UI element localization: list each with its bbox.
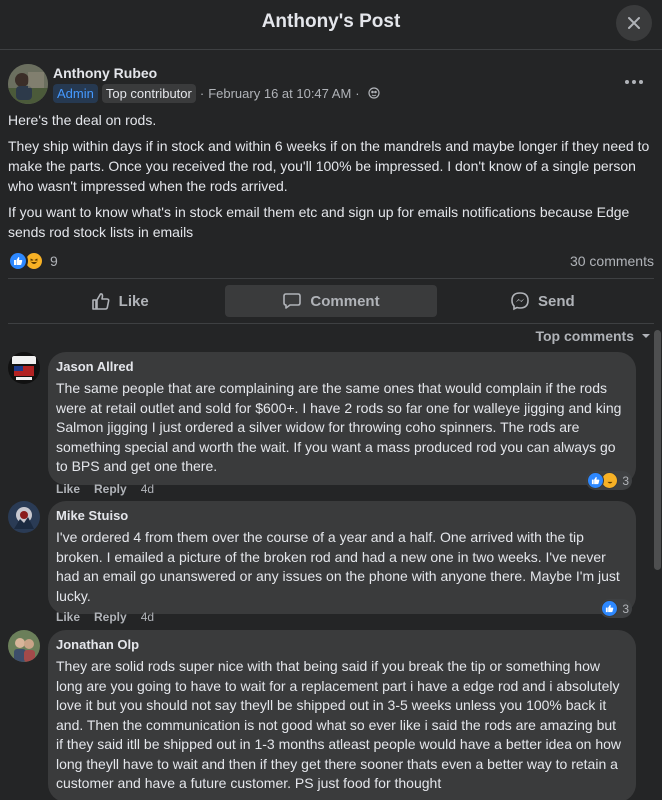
globe-icon	[368, 87, 380, 99]
commenter-avatar[interactable]	[8, 501, 40, 533]
post-header: Anthony Rubeo Admin Top contributor · Fe…	[8, 62, 654, 106]
comment-time[interactable]: 4d	[141, 610, 154, 624]
commenter-name[interactable]: Jason Allred	[56, 359, 624, 375]
comment-reply-link[interactable]: Reply	[94, 610, 127, 624]
commenter-name[interactable]: Mike Stuiso	[56, 508, 624, 524]
caret-down-icon	[642, 334, 650, 338]
meta-separator: ·	[199, 85, 205, 101]
comment-bubble: Jason Allred The same people that are co…	[48, 352, 636, 485]
comment-text: They are solid rods super nice with that…	[56, 658, 622, 791]
post-paragraph: They ship within days if in stock and wi…	[8, 138, 650, 194]
like-reaction-icon	[601, 600, 619, 617]
messenger-icon	[511, 292, 529, 311]
admin-badge[interactable]: Admin	[53, 83, 98, 103]
comment-reply-link[interactable]: Reply	[94, 482, 127, 496]
like-reaction-icon	[8, 251, 28, 271]
post-meta: Admin Top contributor · February 16 at 1…	[53, 83, 380, 103]
commenter-avatar[interactable]	[8, 352, 40, 384]
like-button[interactable]: Like	[14, 285, 225, 317]
comment-reactions[interactable]: 3	[600, 599, 632, 618]
comment-bubble: Jonathan Olp They are solid rods super n…	[48, 630, 636, 800]
comment-text: The same people that are complaining are…	[56, 380, 622, 474]
scrollbar[interactable]	[654, 330, 661, 570]
comment-like-link[interactable]: Like	[56, 482, 80, 496]
send-label: Send	[537, 292, 575, 310]
top-contributor-badge[interactable]: Top contributor	[101, 83, 196, 103]
comments-count[interactable]: 30 comments	[570, 253, 654, 269]
send-button[interactable]: Send	[437, 285, 648, 317]
dialog-title: Anthony's Post	[261, 11, 401, 32]
like-reaction-icon	[587, 472, 605, 489]
author-name[interactable]: Anthony Rubeo	[53, 65, 157, 81]
more-options-button[interactable]	[620, 70, 648, 94]
comment-actions: Like Reply 4d	[56, 482, 154, 496]
commenter-name[interactable]: Jonathan Olp	[56, 637, 624, 653]
thumbs-up-icon	[91, 293, 110, 310]
reactions-summary: 9 30 comments	[8, 251, 654, 273]
post-body: Here's the deal on rods. They ship withi…	[8, 110, 656, 248]
comment-sort-dropdown[interactable]: Top comments	[535, 326, 652, 346]
post-paragraph: Here's the deal on rods.	[8, 112, 157, 128]
post-paragraph: If you want to know what's in stock emai…	[8, 204, 630, 240]
sort-label: Top comments	[535, 328, 634, 344]
comment-button[interactable]: Comment	[225, 285, 437, 317]
comment-reaction-count: 3	[622, 473, 629, 488]
comment-actions: Like Reply 4d	[56, 610, 154, 624]
comment-bubble-icon	[283, 293, 302, 309]
close-button[interactable]	[616, 5, 652, 41]
comment-like-link[interactable]: Like	[56, 610, 80, 624]
reaction-count: 9	[50, 253, 58, 269]
comment-text: I've ordered 4 from them over the course…	[56, 529, 620, 604]
comment-bubble: Mike Stuiso I've ordered 4 from them ove…	[48, 501, 636, 614]
more-horizontal-icon	[625, 80, 643, 84]
meta-separator: ·	[355, 85, 360, 101]
comment-label: Comment	[310, 292, 380, 310]
close-icon	[628, 17, 640, 29]
comment-reactions[interactable]: 3	[586, 471, 632, 490]
comment-time[interactable]: 4d	[141, 482, 154, 496]
post-timestamp[interactable]: February 16 at 10:47 AM	[208, 86, 351, 101]
comment-reaction-count: 3	[622, 601, 629, 616]
author-avatar[interactable]	[8, 64, 48, 104]
commenter-avatar[interactable]	[8, 630, 40, 662]
like-label: Like	[118, 292, 149, 310]
reaction-icons[interactable]: 9	[8, 251, 58, 271]
dialog-header: Anthony's Post	[0, 0, 662, 50]
post-action-bar: Like Comment Send	[8, 278, 654, 324]
